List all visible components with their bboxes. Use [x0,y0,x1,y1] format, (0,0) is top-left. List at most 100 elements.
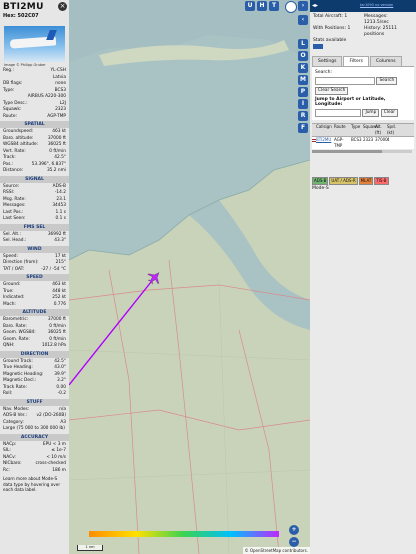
map-button-o[interactable]: O [298,51,308,61]
table-cell: 4 [387,137,390,142]
spatial-rows: Groundspeed: 463 kt Baro. altitude: 37000 f… [0,129,69,175]
map-button-u[interactable]: U [245,1,255,11]
section-speed: SPEED [0,274,69,281]
search-button[interactable]: Search [376,77,398,85]
fms-rows: Sel. Alt.: 36992 ft Sel. Head.: 43.3° [0,232,69,245]
history-count: History: 25111 positions [364,26,397,37]
map-button-i[interactable]: I [298,99,308,109]
expand-icon[interactable]: ‹ [298,15,308,25]
section-fms: FMS SEL [0,223,69,231]
aircraft-list-panel: ◂▸ tar1090 no version Total Aircraft: 1 … [310,0,416,554]
info-label: TAT / OAT: [3,266,25,272]
jump-input[interactable] [315,109,361,117]
stats-block: Total Aircraft: 1 Messages: 1213.5/sec W… [310,12,416,54]
collapse-arrows-icon[interactable]: ◂▸ [312,2,318,9]
info-label: Sel. Head.: [3,238,27,243]
aircraft-table: Callsign Route Type Squawk Alt. (ft) Spd… [312,123,414,149]
tab-columns[interactable]: Columns [369,56,402,66]
map-button-r[interactable]: R [298,111,308,121]
table-cell: BTI2MU [316,137,332,142]
photo-credit: Image © Philipp Gruber [4,63,46,67]
info-label: Distance: [3,168,24,173]
info-label: Reg.: [3,68,14,73]
jump-button[interactable]: Jump [362,109,380,117]
map-mainland [69,160,310,554]
settings-gear-icon[interactable] [285,1,297,13]
info-value: -0.2 [57,391,66,396]
aircraft-info-panel: BTI2MU Hex: 502C07 × Image © Philipp Gru… [0,0,70,554]
collapse-sidebar-icon[interactable]: › [298,1,308,11]
stuff-rows: Nav. Modes: n/a ADS-B Ver.: v2 (DO-260B) Cat… [0,407,69,433]
info-value: 43.3° [54,238,66,243]
color-legend-bar [89,531,279,537]
section-direction: DIRECTION [0,350,69,358]
map-button-f[interactable]: F [298,123,308,133]
right-topbar: ◂▸ tar1090 no version [310,0,416,12]
section-altitude: ALTITUDE [0,309,69,316]
aircraft-photo[interactable] [4,26,65,62]
info-value: -27 / -54 °C [41,266,66,272]
column-header[interactable]: Type [351,124,363,136]
column-header[interactable]: Alt. (ft) [375,124,387,136]
map-button-k[interactable]: K [298,63,308,73]
close-icon[interactable]: × [58,2,67,11]
info-label: Roll: [3,391,13,396]
info-label: Mach: [3,301,16,307]
map-button-p[interactable]: P [298,87,308,97]
info-row: Last Seen: 0.1 s [0,216,69,223]
info-value: 0.776 [53,301,66,307]
info-value: 1012.8 hPa [41,343,66,348]
column-header[interactable]: Route [334,124,351,136]
info-row: Sel. Head.: 43.3° [0,238,69,245]
speed-rows: Ground: 463 kt True: 448 kt Indicated: 252 kt… [0,282,69,308]
legend-uat[interactable]: UAT / ADS-R [329,177,358,185]
section-spatial: SPATIAL [0,121,69,128]
tab-settings[interactable]: Settings [312,56,343,66]
info-label: Last Seen: [3,216,26,221]
version-link[interactable]: tar1090 no version [360,3,393,7]
table-row[interactable]: BTI2MU AGP-TMP BCS3 2323 37000 4 [312,137,414,149]
info-label: Route: [3,113,17,119]
map-button-m[interactable]: M [298,75,308,85]
info-value: 0.1 s [55,216,66,221]
search-pane: Search: Search Clear Search Jump to Airp… [312,67,414,120]
zoom-in-button[interactable]: + [289,525,299,535]
legend-mode-s[interactable]: Mode-S [312,186,414,191]
section-accuracy: ACCURACY [0,433,69,441]
aircraft-header: BTI2MU Hex: 502C07 × [0,0,69,25]
map-canvas [69,0,310,554]
info-row: Route: AGP-TMP [0,114,69,121]
zoom-out-button[interactable]: − [289,537,299,547]
info-label: Type: [3,87,15,93]
tab-filters[interactable]: Filters [343,56,369,66]
messages-rate: Messages: 1213.5/sec [364,14,389,25]
altitude-rows: Barometric: 37000 ft Baro. Rate: 0 ft/min Ge… [0,317,69,350]
stats-link-block[interactable] [313,44,323,49]
clear-button[interactable]: Clear [380,109,399,117]
clear-search-button[interactable]: Clear Search [315,87,349,95]
info-note: Learn more about Mode-S data type by hov… [3,476,61,492]
legend-mlat[interactable]: MLAT [358,177,374,185]
jump-label: Jump to Airport or Latitude, Longitude: [315,97,386,107]
legend-tisb[interactable]: TIS-B [374,177,389,185]
map-button-t[interactable]: T [269,1,279,11]
section-stuff: STUFF [0,398,69,406]
info-row: Distance: 35.2 nmi [0,168,69,175]
legend-adsb[interactable]: ADS-B [312,177,329,185]
map-button-h[interactable]: H [257,1,267,11]
settings-tabs: Settings Filters Columns [312,56,414,67]
info-row: QNH: 1012.8 hPa [0,343,69,350]
column-header[interactable]: Spd. (kt) [387,124,399,136]
search-input[interactable] [315,77,375,85]
hex-code: Hex: 502C07 [3,13,39,19]
map-scale: 1 nm [77,545,103,551]
scrollbar-thumb[interactable] [312,150,382,153]
column-header[interactable]: Squawk [363,124,379,136]
with-positions: With Positions: 1 [313,26,351,31]
column-header[interactable]: Callsign [316,124,334,136]
map-button-l[interactable]: L [298,39,308,49]
section-signal: SIGNAL [0,175,69,183]
table-scrollbar[interactable] [312,150,412,153]
map-attribution[interactable]: © OpenStreetMap contributors. [242,547,310,554]
map-view[interactable]: U H T › ‹ L O K M P I R F + − 1 nm © Ope… [69,0,310,554]
